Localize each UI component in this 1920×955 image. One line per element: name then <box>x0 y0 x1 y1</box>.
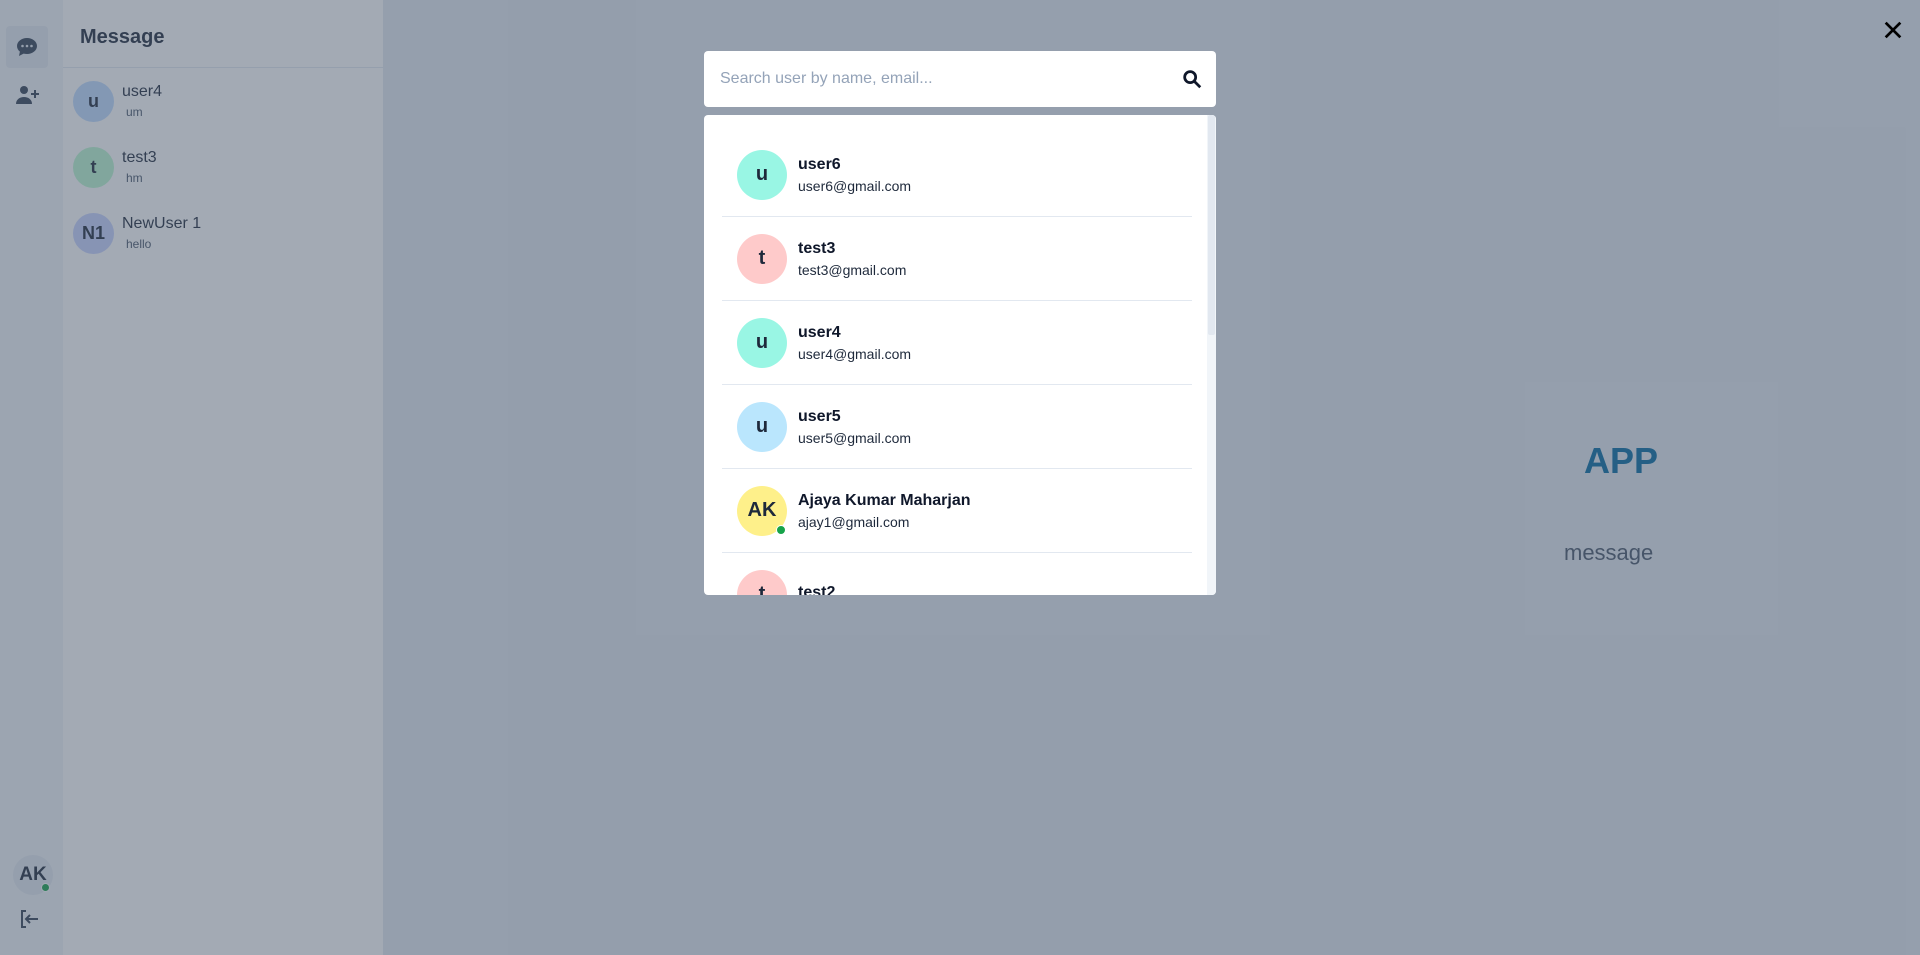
avatar-initials: u <box>755 163 769 185</box>
avatar-initials: AK <box>747 499 777 521</box>
search-box <box>704 51 1216 107</box>
user-result-item[interactable]: AK Ajaya Kumar Maharjan ajay1@gmail.com <box>722 469 1192 553</box>
search-icon <box>1183 70 1202 89</box>
user-name: Ajaya Kumar Maharjan <box>798 491 971 509</box>
avatar: u <box>737 317 787 368</box>
user-result-item[interactable]: u user6 user6@gmail.com <box>722 133 1192 217</box>
user-name: user5 <box>798 407 841 425</box>
user-result-item[interactable]: u user5 user5@gmail.com <box>722 385 1192 469</box>
user-email: test3@gmail.com <box>798 261 907 278</box>
user-name: test2 <box>798 583 836 596</box>
user-result-item[interactable]: u user4 user4@gmail.com <box>722 301 1192 385</box>
user-name: test3 <box>798 239 836 257</box>
avatar: t <box>737 569 787 595</box>
user-name: user6 <box>798 155 841 173</box>
avatar-initials: t <box>758 247 766 269</box>
search-results-list: u user6 user6@gmail.com t test3 test3@gmail.c… <box>704 115 1216 595</box>
online-indicator <box>776 524 786 535</box>
user-email: ajay1@gmail.com <box>798 513 910 530</box>
avatar: u <box>737 401 787 452</box>
avatar-initials: t <box>758 583 766 595</box>
avatar: t <box>737 233 787 284</box>
avatar: u <box>737 149 787 200</box>
user-email: user6@gmail.com <box>798 177 912 194</box>
close-icon <box>1884 21 1902 39</box>
results-scrollbar[interactable] <box>1207 115 1216 595</box>
user-email: user5@gmail.com <box>798 429 912 446</box>
user-result-item[interactable]: t test2 <box>722 553 1192 595</box>
results-scrollbar-thumb[interactable] <box>1208 115 1215 335</box>
avatar: AK <box>737 485 787 536</box>
avatar-initials: u <box>755 415 769 437</box>
modal-overlay[interactable]: u user6 user6@gmail.com t test3 test3@gmail.c… <box>0 0 1920 955</box>
user-email: user4@gmail.com <box>798 345 912 362</box>
user-name: user4 <box>798 323 841 341</box>
user-result-item[interactable]: t test3 test3@gmail.com <box>722 217 1192 301</box>
search-input[interactable] <box>704 51 1168 107</box>
search-button[interactable] <box>1168 51 1216 107</box>
close-button[interactable] <box>1880 17 1906 43</box>
avatar-initials: u <box>755 331 769 353</box>
